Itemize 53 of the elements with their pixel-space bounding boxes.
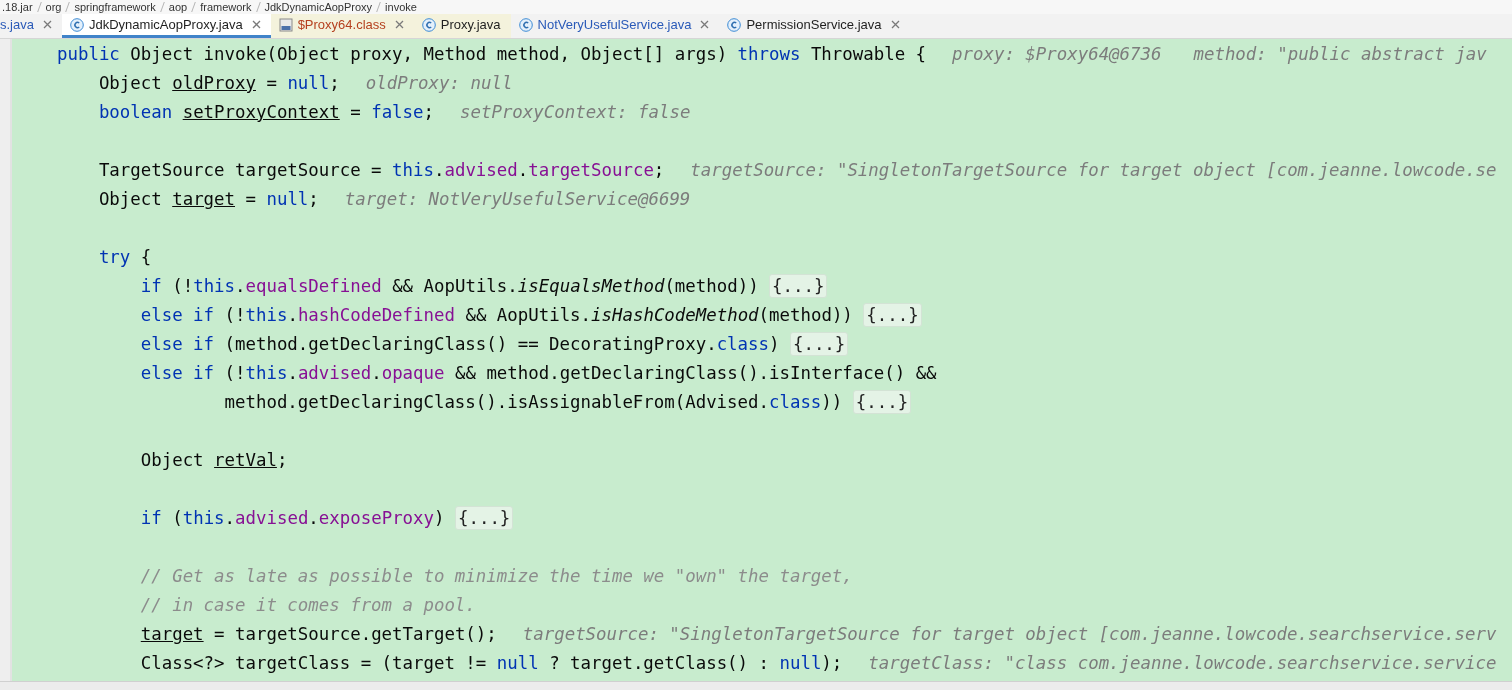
editor-tab[interactable]: JdkDynamicAopProxy.java xyxy=(61,14,271,38)
class-icon xyxy=(727,17,742,32)
code-line: TargetSource targetSource = this.advised.targetSource; xyxy=(97,159,665,180)
close-icon[interactable] xyxy=(394,20,404,29)
code-line: public Object invoke(Object proxy, Method method, Object[] args) throws Throwable { xyxy=(57,43,927,64)
code-line: method.getDeclaringClass().isAssignableFrom(Advised.class)) xyxy=(223,391,844,412)
code-line: Class<?> targetClass = (target != null ? target.getClass() : null); xyxy=(139,652,843,673)
close-icon[interactable] xyxy=(700,20,710,29)
code-line: Object oldProxy = null; xyxy=(97,72,340,93)
folded-code-button[interactable]: {...} xyxy=(852,389,912,414)
close-icon[interactable] xyxy=(251,20,261,29)
editor-tab[interactable]: $Proxy64.class xyxy=(270,14,414,38)
folded-code-button[interactable]: {...} xyxy=(789,331,849,356)
code-line: try { xyxy=(97,246,152,267)
code-line: else if (method.getDeclaringClass() == DecoratingProxy.class) xyxy=(139,333,781,354)
breadcrumb-item[interactable]: .18.jar xyxy=(2,0,33,14)
breadcrumb-item[interactable]: org xyxy=(45,0,62,14)
folded-code-button[interactable]: {...} xyxy=(863,302,922,327)
code-line: // Get as late as possible to minimize the time we "own" the target, xyxy=(139,565,853,586)
class-icon xyxy=(421,17,436,32)
folded-code-button[interactable]: {...} xyxy=(769,273,828,298)
code-line: else if (!this.hashCodeDefined && AopUtils.isHashCodeMethod(method)) xyxy=(139,304,854,325)
folded-code-button[interactable]: {...} xyxy=(454,505,514,530)
debug-value-hint: setProxyContext: false xyxy=(460,101,691,122)
close-icon[interactable] xyxy=(42,20,52,29)
code-line: Object target = null; xyxy=(97,188,319,209)
code-line: if (this.advised.exposeProxy) xyxy=(139,507,446,528)
code-line: target = targetSource.getTarget(); xyxy=(139,623,497,644)
breadcrumb-item[interactable]: invoke xyxy=(385,0,417,14)
debug-value-hint: target: NotVeryUsefulService@6699 xyxy=(344,188,691,209)
breadcrumb-item[interactable]: framework xyxy=(200,0,252,14)
breadcrumb-item[interactable]: aop xyxy=(168,0,188,14)
debug-value-hint: oldProxy: null xyxy=(365,72,513,93)
debug-value-hint: targetClass: "class com.jeanne.lowcode.searchservice.service xyxy=(868,652,1497,673)
editor-tab[interactable]: s.java xyxy=(0,14,62,38)
class-icon xyxy=(518,17,533,32)
code-line: else if (!this.advised.opaque && method.getDeclaringClass().isInterface() && xyxy=(139,362,937,383)
code-line: // in case it comes from a pool. xyxy=(139,594,476,615)
editor-tab[interactable]: PermissionService.java xyxy=(719,14,910,38)
debug-value-hint: method: "public abstract jav xyxy=(1193,43,1487,64)
code-line: if (!this.equalsDefined && AopUtils.isEqualsMethod(method)) xyxy=(139,275,760,296)
breadcrumb-item[interactable]: JdkDynamicAopProxy xyxy=(264,0,373,14)
editor-tab[interactable]: NotVeryUsefulService.java xyxy=(510,14,720,38)
breadcrumb-item[interactable]: springframework xyxy=(74,0,156,14)
code-line: boolean setProxyContext = false; xyxy=(97,101,434,122)
debug-value-hint: targetSource: "SingletonTargetSource for target object [com.jeanne.lowcode.se xyxy=(690,159,1497,180)
editor-tab[interactable]: Proxy.java xyxy=(413,14,511,38)
code-line: Object retVal; xyxy=(139,449,288,470)
close-icon[interactable] xyxy=(890,20,900,29)
binary-file-icon xyxy=(278,17,293,32)
debug-value-hint: proxy: $Proxy64@6736 xyxy=(952,43,1162,64)
class-icon xyxy=(69,17,84,32)
debug-value-hint: targetSource: "SingletonTargetSource for target object [com.jeanne.lowcode.searchservice.serv xyxy=(522,623,1497,644)
